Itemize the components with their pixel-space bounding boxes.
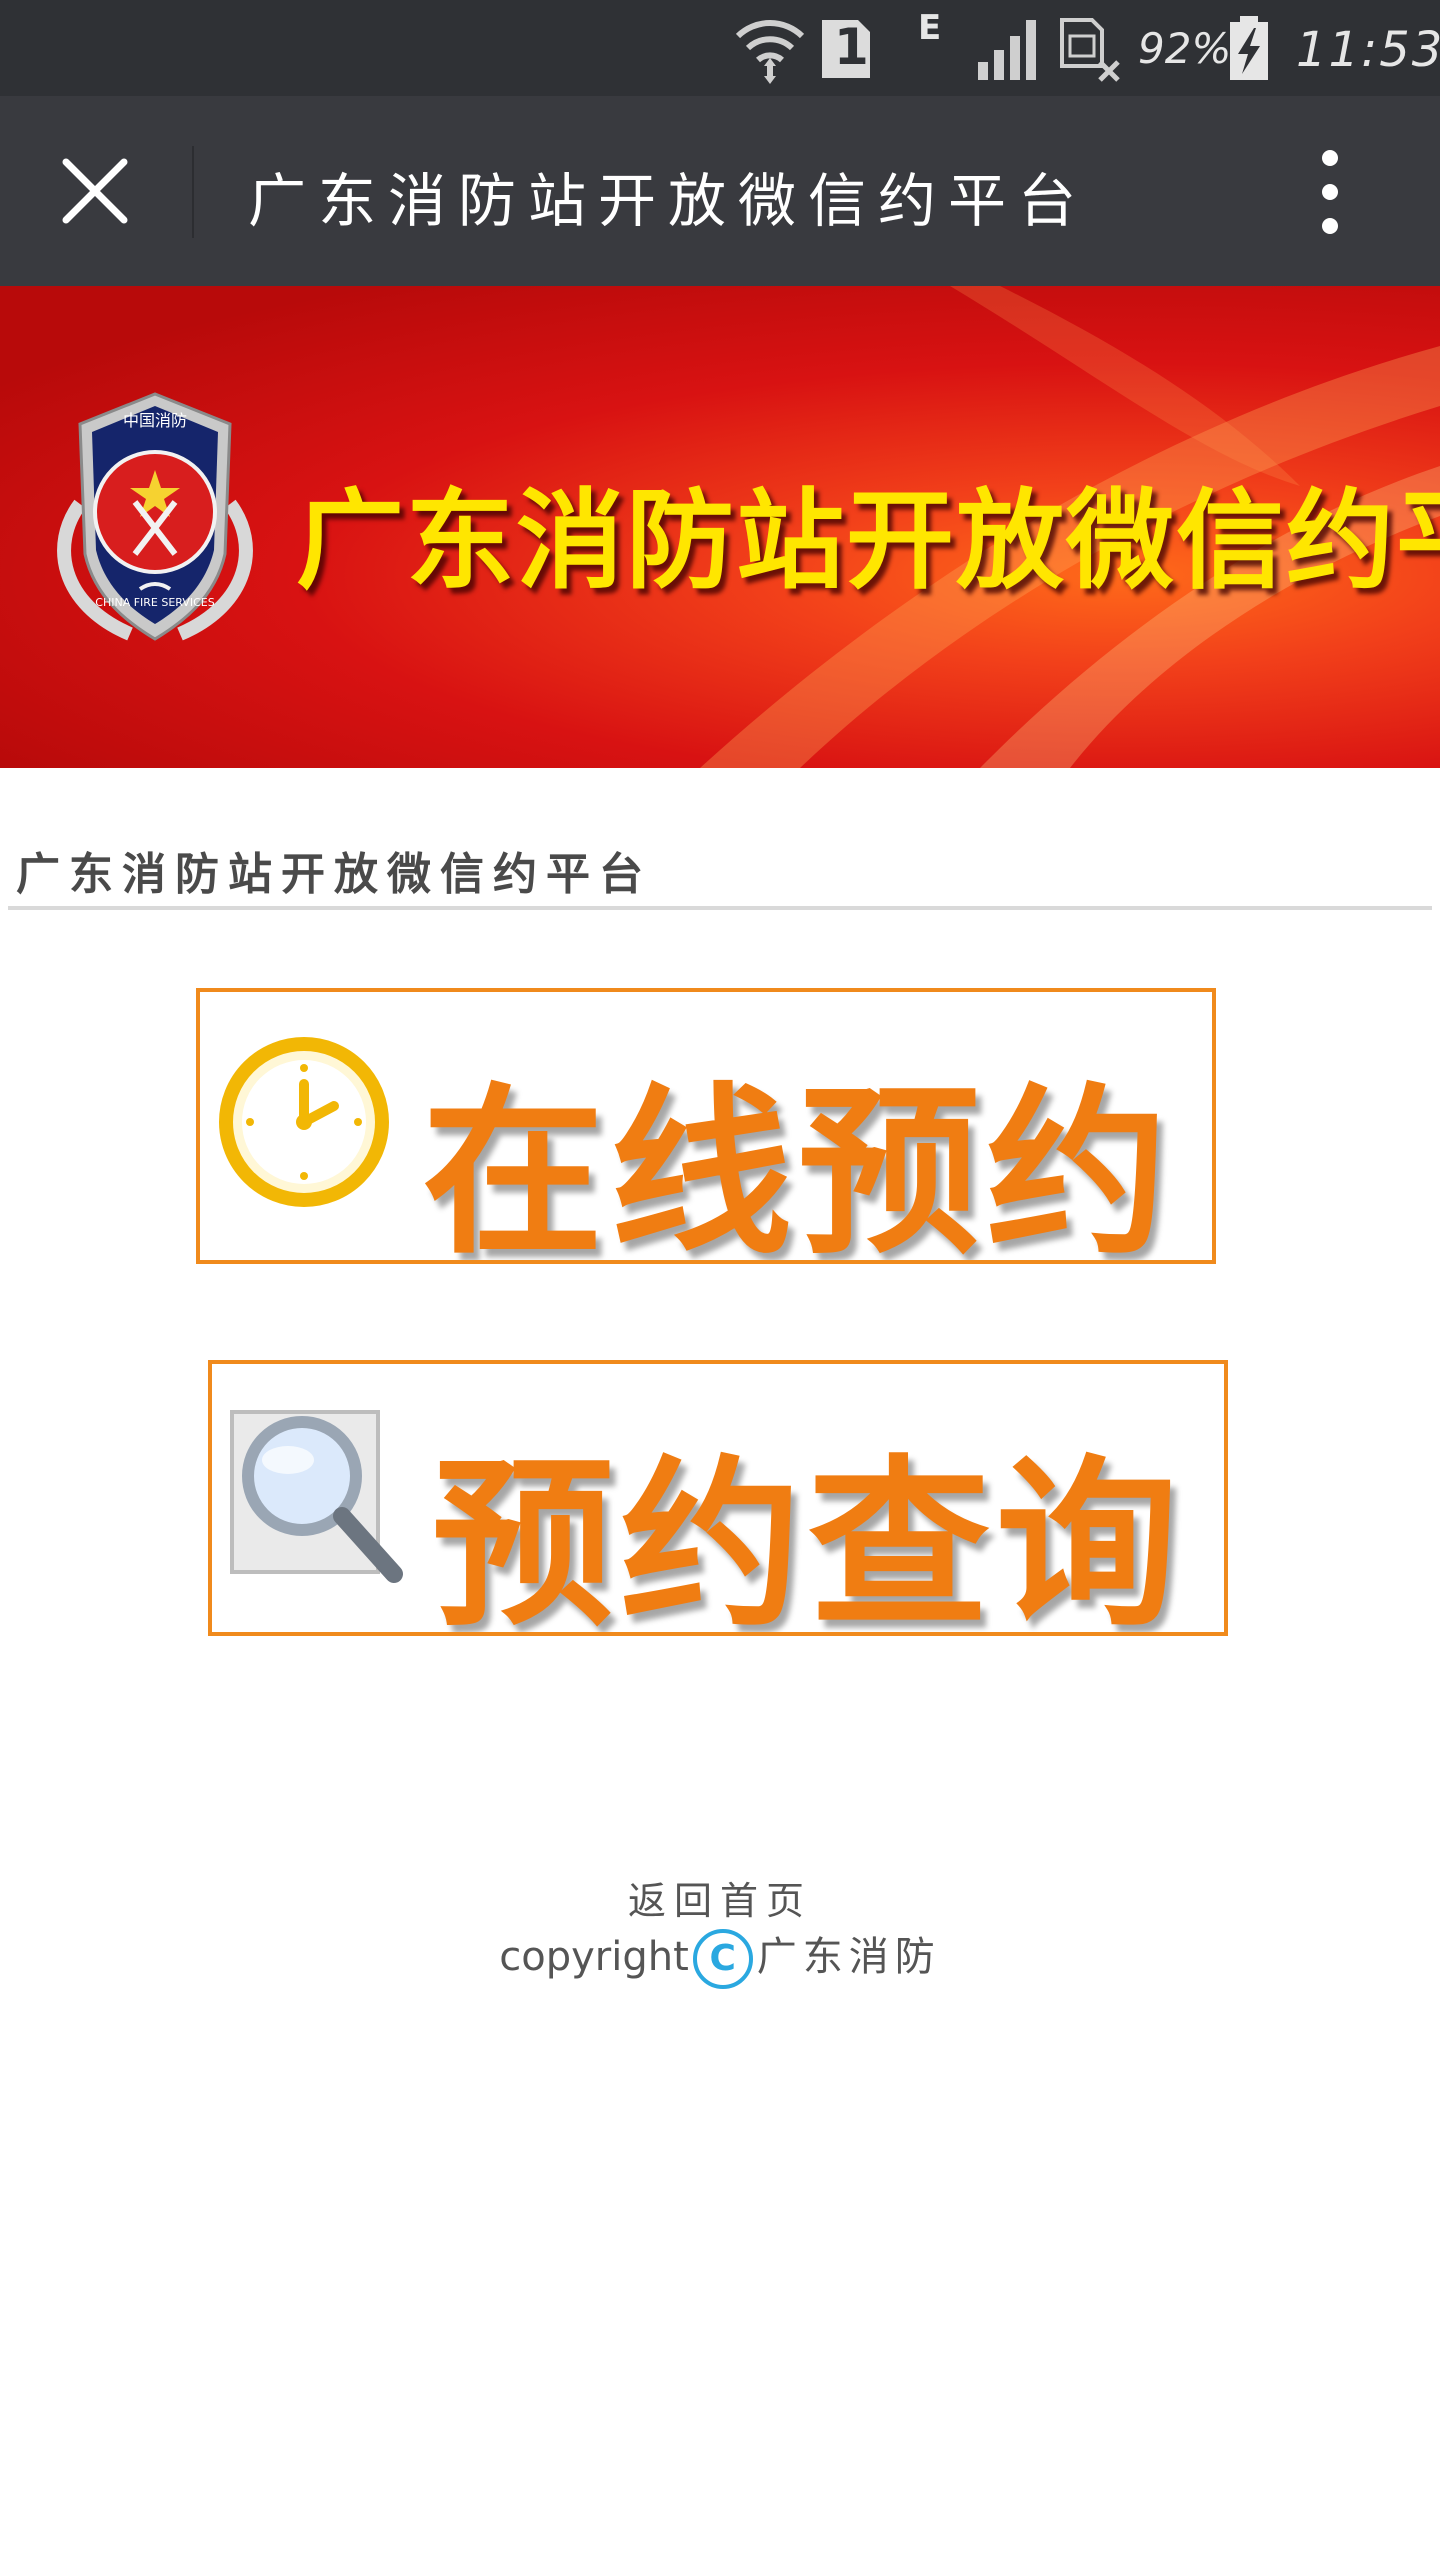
close-button[interactable] bbox=[40, 136, 150, 246]
clock-time: 11:53 bbox=[1296, 22, 1440, 78]
header-banner: 中国消防 CHINA FIRE SERVICES 广东消防站开放微信约平台 bbox=[0, 286, 1440, 768]
magnifier-icon bbox=[230, 1410, 403, 1583]
more-dot-icon bbox=[1322, 150, 1338, 166]
online-booking-button[interactable]: 在线预约 bbox=[196, 988, 1216, 1264]
sim-slot-label: 1 bbox=[834, 18, 869, 76]
wifi-icon bbox=[735, 20, 805, 84]
online-booking-label: 在线预约 bbox=[422, 1067, 1174, 1264]
more-options-button[interactable] bbox=[1290, 140, 1370, 244]
section-divider bbox=[8, 906, 1432, 910]
status-bar: 1 E 92% 11:53 bbox=[0, 0, 1440, 96]
battery-percent: 92% bbox=[1138, 24, 1232, 73]
battery-charging-icon bbox=[1230, 16, 1268, 80]
more-dot-icon bbox=[1322, 184, 1338, 200]
copyright-prefix: copyright bbox=[499, 1934, 689, 1980]
app-bar: 广东消防站开放微信约平台 bbox=[0, 96, 1440, 286]
more-dot-icon bbox=[1322, 218, 1338, 234]
fire-services-emblem: 中国消防 CHINA FIRE SERVICES bbox=[57, 392, 253, 641]
signal-strength-icon bbox=[978, 20, 1036, 80]
clock-icon bbox=[219, 1037, 389, 1207]
page-title: 广东消防站开放微信约平台 bbox=[248, 167, 1089, 235]
back-to-home-link[interactable]: 返回首页 bbox=[0, 1870, 1440, 1925]
copyright-notice: copyright C 广东消防 bbox=[0, 1924, 1440, 1989]
booking-query-button[interactable]: 预约查询 bbox=[208, 1360, 1228, 1636]
close-icon bbox=[62, 158, 128, 224]
section-heading: 广东消防站开放微信约平台 bbox=[16, 849, 652, 900]
copyright-org: 广东消防 bbox=[756, 1934, 941, 1980]
network-type-label: E bbox=[918, 8, 942, 48]
booking-query-label: 预约查询 bbox=[432, 1439, 1184, 1636]
emblem-top-text: 中国消防 bbox=[123, 411, 187, 430]
banner-title: 广东消防站开放微信约平台 bbox=[296, 479, 1440, 604]
emblem-ring-text: CHINA FIRE SERVICES bbox=[95, 596, 214, 609]
copyright-icon: C bbox=[692, 1929, 753, 1989]
title-divider bbox=[192, 146, 194, 238]
no-sim-icon bbox=[1060, 18, 1120, 82]
